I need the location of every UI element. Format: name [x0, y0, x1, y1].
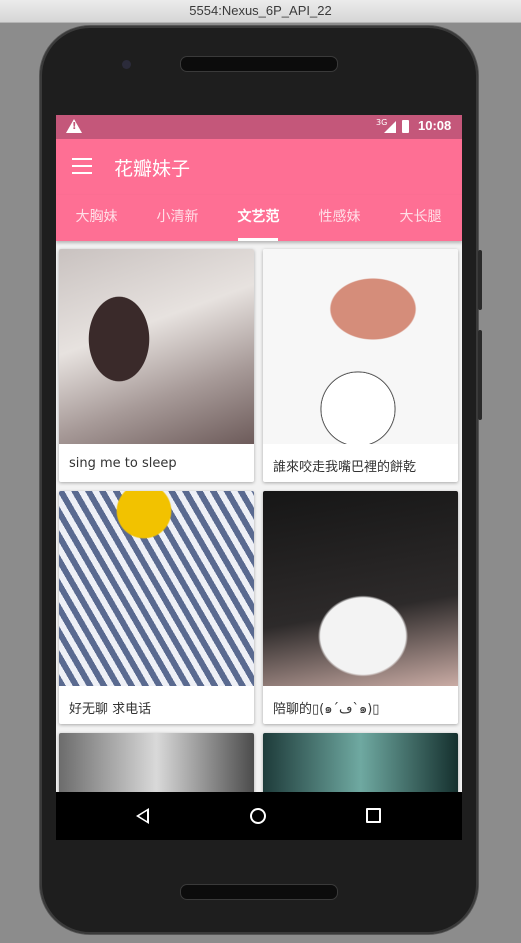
- window-titlebar: 5554:Nexus_6P_API_22: [0, 0, 521, 23]
- hamburger-menu-icon[interactable]: [72, 158, 92, 174]
- photo-card[interactable]: [263, 733, 458, 792]
- bottom-speaker: [180, 884, 338, 900]
- app-screen: ! 3G 10:08 花瓣妹子 大胸妹 小清新 文艺范 性感妹 大长腿 sing…: [56, 115, 462, 792]
- tab-category-2[interactable]: 小清新: [137, 195, 218, 241]
- navigation-bar: [56, 792, 462, 840]
- volume-button[interactable]: [478, 330, 482, 420]
- window-title: 5554:Nexus_6P_API_22: [189, 3, 332, 18]
- tab-category-4[interactable]: 性感妹: [299, 195, 380, 241]
- photo-caption: sing me to sleep: [69, 456, 177, 471]
- recent-apps-icon[interactable]: [366, 808, 381, 823]
- photo-image: [59, 491, 254, 686]
- photo-caption: 好无聊 求电话: [69, 702, 152, 717]
- category-tabs: 大胸妹 小清新 文艺范 性感妹 大长腿: [56, 195, 462, 241]
- warning-mark: !: [72, 121, 77, 132]
- photo-image: [59, 733, 254, 792]
- photo-caption: 誰來咬走我嘴巴裡的餅乾: [273, 460, 417, 475]
- signal-icon: [384, 121, 396, 133]
- app-toolbar: 花瓣妹子: [56, 139, 462, 195]
- status-bar: ! 3G 10:08: [56, 115, 462, 139]
- photo-card[interactable]: 陪聊的▯(๑´ڡ`๑)▯: [263, 491, 458, 724]
- photo-image: [263, 249, 458, 444]
- battery-icon: [402, 120, 409, 133]
- active-tab-indicator: [238, 238, 278, 241]
- back-icon-inner: [139, 811, 147, 821]
- home-icon[interactable]: [250, 808, 266, 824]
- tab-category-1[interactable]: 大胸妹: [56, 195, 137, 241]
- camera-icon: [122, 60, 131, 69]
- photo-card[interactable]: 誰來咬走我嘴巴裡的餅乾: [263, 249, 458, 482]
- photo-caption: 陪聊的▯(๑´ڡ`๑)▯: [273, 702, 380, 717]
- power-button[interactable]: [478, 250, 482, 310]
- app-title: 花瓣妹子: [114, 158, 191, 180]
- top-speaker: [180, 56, 338, 72]
- photo-card[interactable]: [59, 733, 254, 792]
- photo-image: [263, 491, 458, 686]
- photo-image: [263, 733, 458, 792]
- photo-image: [59, 249, 254, 444]
- tab-category-3[interactable]: 文艺范: [218, 195, 299, 241]
- status-time: 10:08: [418, 118, 452, 133]
- photo-card[interactable]: 好无聊 求电话: [59, 491, 254, 724]
- tab-category-5[interactable]: 大长腿: [380, 195, 461, 241]
- photo-card[interactable]: sing me to sleep: [59, 249, 254, 482]
